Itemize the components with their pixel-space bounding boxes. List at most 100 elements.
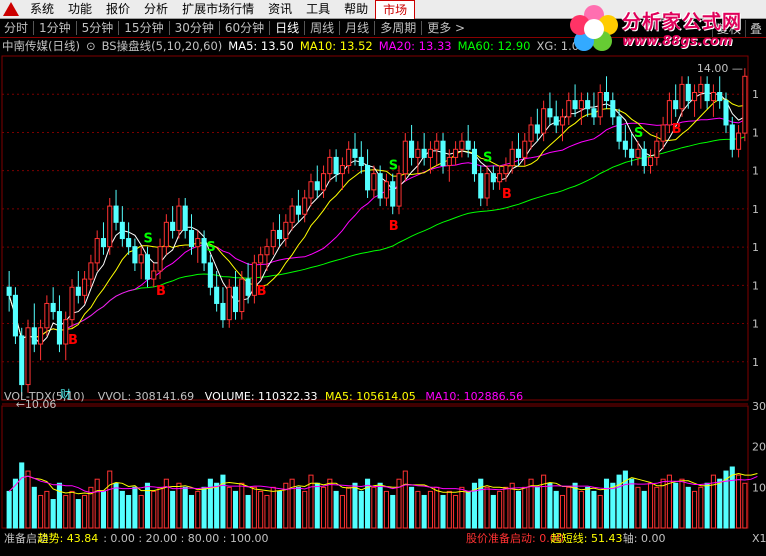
candle-body: [679, 83, 685, 110]
volume-bar: [371, 486, 377, 529]
volume-bar: [465, 490, 471, 529]
level-values: : 0.00 : 20.00 : 80.00 : 100.00: [103, 532, 268, 545]
candle-body: [717, 92, 723, 102]
volume-bar: [578, 490, 584, 529]
volume-bar: [585, 486, 591, 529]
market-tab[interactable]: 市场: [375, 0, 416, 19]
period-monthly[interactable]: 月线: [341, 19, 373, 37]
candle-body: [559, 116, 566, 126]
ma10-value: MA10: 13.52: [299, 39, 373, 53]
menu-item-system[interactable]: 系统: [23, 0, 61, 18]
volume-bar: [182, 486, 188, 529]
candle-body: [144, 254, 151, 280]
candle-body: [704, 83, 710, 102]
candle-body: [440, 140, 446, 167]
volume-bar: [503, 486, 509, 529]
volume-bar: [195, 490, 201, 529]
candle-body: [503, 165, 509, 175]
volume-bar: [239, 482, 245, 529]
volume-bar: [31, 486, 37, 529]
candle-body: [490, 173, 496, 183]
candle-body: [465, 140, 471, 150]
watermark-url: www.88gs.com: [622, 34, 733, 49]
candle-body: [736, 132, 742, 150]
ma20-line: [8, 117, 746, 340]
candle-body: [723, 100, 729, 126]
volume-bar: [509, 482, 515, 529]
period-15min[interactable]: 15分钟: [120, 19, 167, 37]
volume-bar: [742, 482, 748, 529]
candle-body: [453, 148, 459, 158]
volume-bar: [572, 482, 578, 529]
sell-signal-marker: S: [389, 159, 398, 174]
volume-bar: [44, 490, 50, 529]
sell-signal-marker: S: [634, 126, 643, 141]
volume-bar: [484, 486, 490, 529]
indicator-dropdown-icon[interactable]: ⊙: [86, 39, 96, 53]
stock-name: 中南传媒(日线): [2, 39, 80, 53]
volume-bar: [434, 486, 440, 529]
period-timeshare[interactable]: 分时: [0, 19, 32, 37]
candle-body: [82, 278, 88, 296]
period-daily[interactable]: 日线: [271, 19, 303, 37]
menu-item-quote[interactable]: 报价: [99, 0, 137, 18]
candle-body: [641, 148, 647, 167]
price-axis-tick-label: 1: [752, 318, 759, 331]
price-axis-tick-label: 1: [752, 279, 759, 292]
main-panel-frame: [1, 55, 749, 401]
period-multi[interactable]: 多周期: [376, 19, 420, 37]
candle-body: [188, 229, 195, 248]
period-weekly[interactable]: 周线: [306, 19, 338, 37]
candle-body: [585, 100, 591, 110]
period-more[interactable]: 更多 >: [423, 19, 469, 37]
volume-bar: [459, 486, 465, 529]
candle-body: [409, 140, 415, 158]
stock-chart[interactable]: 11111111SSSSSBB BBBB14.00 —←10.06财VOL-TDX…: [0, 54, 766, 556]
volume-bar: [339, 494, 345, 529]
candle-body: [616, 116, 622, 142]
candle-body: [119, 221, 125, 240]
volume-bar: [698, 486, 704, 529]
volume-bar: [170, 490, 176, 529]
volume-bar: [534, 486, 540, 529]
period-30min[interactable]: 30分钟: [171, 19, 218, 37]
period-60min[interactable]: 60分钟: [221, 19, 268, 37]
candle-body: [729, 124, 735, 150]
candle-body: [182, 205, 188, 231]
volume-bar: [176, 482, 182, 529]
candle-body: [138, 254, 144, 264]
menu-item-tools[interactable]: 工具: [299, 0, 337, 18]
candle-body: [459, 140, 465, 150]
period-1min[interactable]: 1分钟: [35, 19, 75, 37]
menu-item-analysis[interactable]: 分析: [137, 0, 175, 18]
volume-bar: [490, 494, 496, 529]
volume-bar: [679, 478, 685, 529]
candle-body: [566, 100, 572, 118]
volume-bar: [69, 490, 75, 529]
candle-body: [390, 181, 396, 207]
volume-bar: [157, 486, 163, 529]
volume-bar: [264, 494, 270, 529]
candle-body: [603, 92, 610, 102]
volume-bar: [119, 490, 125, 529]
menu-item-extended-market[interactable]: 扩展市场行情: [175, 0, 261, 18]
menu-item-function[interactable]: 功能: [61, 0, 99, 18]
candle-body: [629, 148, 635, 158]
candle-body: [308, 181, 314, 199]
volume-bar: [390, 494, 396, 529]
volume-bar: [270, 486, 276, 529]
volume-bar: [635, 486, 641, 529]
period-5min[interactable]: 5分钟: [78, 19, 118, 37]
volume-bar: [692, 490, 698, 529]
candle-body: [132, 246, 138, 264]
candle-body: [478, 173, 484, 199]
candle-body: [547, 108, 553, 118]
ma20-value: MA20: 13.33: [378, 39, 452, 53]
volume-bar: [446, 490, 452, 529]
candle-body: [12, 294, 18, 337]
menu-item-news[interactable]: 资讯: [261, 0, 299, 18]
vol-ma5-value: MA5: 105614.05: [325, 390, 416, 403]
volume-bar: [214, 482, 220, 529]
menu-item-help[interactable]: 帮助: [337, 0, 375, 18]
candle-body: [497, 173, 503, 183]
